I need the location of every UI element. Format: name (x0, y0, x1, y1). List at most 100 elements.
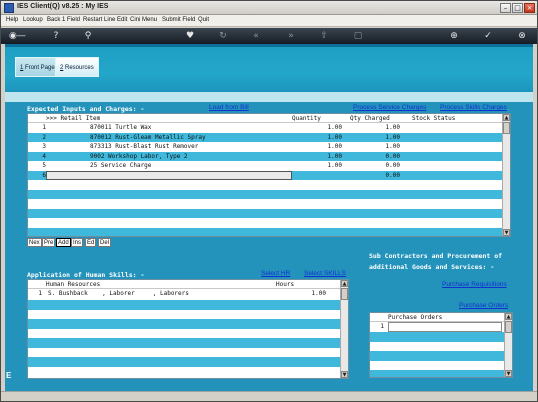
refresh-icon[interactable]: ↻ (218, 31, 228, 41)
column-hours: Hours (276, 281, 295, 288)
table-row[interactable]: 1 870011 Turtle Wax 1.00 1.00 (28, 123, 502, 133)
close-icon[interactable]: × (524, 3, 535, 13)
table-row-empty[interactable] (28, 328, 340, 338)
table-row-empty[interactable] (28, 309, 340, 319)
skills-scrollbar[interactable]: ▲ ▼ (340, 280, 348, 378)
tab-strip: 1 Front Page 2 Resources (5, 44, 533, 92)
purchase-requisitions-link[interactable]: Purchase Requisitions (442, 281, 507, 288)
table-row-empty[interactable] (28, 180, 502, 190)
table-row-empty[interactable] (28, 300, 340, 310)
key-icon[interactable]: ◉— (9, 31, 31, 41)
inputs-grid-header: >>> Retail Item Quantity Qty Charged Sto… (28, 114, 502, 123)
row-number: 4 (42, 152, 46, 160)
subcontract-section-title-line2: additional Goods and Services: - (369, 263, 495, 271)
table-row-empty[interactable] (370, 341, 504, 351)
rewind-icon[interactable]: « (251, 31, 261, 41)
add-button[interactable]: Add (56, 238, 71, 247)
select-skills-link[interactable]: Select SKILLS (304, 270, 346, 277)
purchase-orders-scrollbar[interactable]: ▲ ▼ (504, 313, 512, 377)
quantity: 1.00 (327, 162, 342, 169)
restore-icon[interactable]: □ (512, 3, 523, 13)
purchase-order-input[interactable] (388, 322, 502, 332)
scroll-up-icon[interactable]: ▲ (505, 313, 512, 320)
subcontract-section-title-line1: Sub Contractors and Procurement of (369, 252, 503, 260)
table-row[interactable]: 1 (370, 322, 504, 332)
delete-button[interactable]: Del (98, 238, 112, 247)
menu-lookup[interactable]: Lookup (23, 17, 43, 23)
inputs-scrollbar[interactable]: ▲ ▼ (502, 114, 510, 236)
table-row-empty[interactable] (28, 366, 340, 378)
menu-submit-field[interactable]: Submit Field (162, 17, 195, 23)
scroll-up-icon[interactable]: ▲ (341, 280, 348, 287)
status-bar (1, 391, 537, 401)
table-row-empty[interactable] (28, 347, 340, 357)
table-row[interactable]: 1 S. Bushback , Laborer , Laborers 1.00 (28, 289, 340, 300)
next-button[interactable]: Nex (27, 238, 42, 247)
process-skills-charges-link[interactable]: Process Skills Charges (440, 104, 507, 111)
table-row[interactable]: 4 9002 Workshop Labor, Type 2 1.00 0.00 (28, 151, 502, 161)
qty-charged: 1.00 (385, 124, 400, 131)
menu-back-1-field[interactable]: Back 1 Field (47, 17, 80, 23)
process-service-charges-link[interactable]: Process Service Charges (353, 104, 426, 111)
retail-item-input[interactable] (46, 170, 292, 180)
select-hr-link[interactable]: Select HR (261, 270, 290, 277)
forward-icon[interactable]: » (286, 31, 296, 41)
table-row-empty[interactable] (28, 199, 502, 209)
header-band (5, 92, 533, 102)
table-row[interactable]: 5 25 Service Charge 1.00 0.00 (28, 161, 502, 171)
tab-front-page[interactable]: 1 Front Page (15, 57, 60, 77)
heart-icon[interactable]: ♥ (185, 31, 195, 41)
help-icon[interactable]: ? (51, 31, 61, 41)
table-row-active[interactable]: 6 0.00 (28, 170, 502, 180)
scroll-thumb[interactable] (505, 321, 512, 333)
scroll-down-icon[interactable]: ▼ (341, 371, 348, 378)
table-row[interactable]: 3 873313 Rust-Blast Rust Remover 1.00 1.… (28, 142, 502, 152)
menu-quit[interactable]: Quit (198, 17, 209, 23)
purchase-orders-link[interactable]: Purchase Orders (459, 302, 508, 309)
table-row-empty[interactable] (28, 357, 340, 367)
search-icon[interactable]: ⚲ (83, 31, 93, 41)
tab-resources[interactable]: 2 Resources (55, 57, 99, 77)
scroll-down-icon[interactable]: ▼ (503, 229, 510, 236)
document-icon[interactable]: ▢ (353, 31, 363, 41)
check-icon[interactable]: ✓ (483, 31, 493, 41)
table-row-empty[interactable] (28, 338, 340, 348)
menu-cini-menu[interactable]: Cini Menu (130, 17, 157, 23)
edit-button[interactable]: Ed (85, 238, 97, 247)
previous-button[interactable]: Pre (42, 238, 56, 247)
table-row[interactable]: 2 870012 Rust-Gleam Metallic Spray 1.00 … (28, 132, 502, 142)
table-row-empty[interactable] (370, 332, 504, 342)
title-bar[interactable]: IES Client(Q) v8.25 : My IES – □ × (1, 1, 537, 15)
scroll-up-icon[interactable]: ▲ (503, 114, 510, 121)
table-row-empty[interactable] (28, 189, 502, 199)
add-icon[interactable]: ⊕ (449, 31, 459, 41)
menu-help[interactable]: Help (6, 17, 18, 23)
inputs-section-title: Expected Inputs and Charges: - (27, 105, 145, 113)
row-number: 6 (42, 171, 46, 179)
delete-button-label: Del (100, 240, 110, 246)
upload-icon[interactable]: ⇧ (319, 31, 329, 41)
table-row-empty[interactable] (28, 227, 502, 236)
application-window: IES Client(Q) v8.25 : My IES – □ × Help … (0, 0, 538, 402)
minimize-icon[interactable]: – (500, 3, 511, 13)
table-row-empty[interactable] (370, 351, 504, 361)
toolbar-close-icon[interactable]: ⊗ (517, 31, 527, 41)
menu-restart-line-edit[interactable]: Restart Line Edit (83, 17, 127, 23)
scroll-thumb[interactable] (503, 122, 510, 134)
qty-charged: 0.00 (385, 162, 400, 169)
table-row-empty[interactable] (28, 208, 502, 218)
retail-item: 870011 Turtle Wax (90, 124, 152, 131)
table-row-empty[interactable] (370, 370, 504, 377)
human-resource: S. Bushback , Laborer , Laborers (48, 290, 189, 297)
table-row-empty[interactable] (28, 218, 502, 228)
qty-charged: 0.00 (385, 171, 400, 179)
scroll-thumb[interactable] (341, 288, 348, 300)
column-purchase-orders: Purchase Orders (388, 314, 443, 321)
load-from-bill-link[interactable]: Load from Bill (209, 104, 249, 111)
scroll-down-icon[interactable]: ▼ (505, 370, 512, 377)
row-number: 1 (38, 290, 42, 297)
table-row-empty[interactable] (28, 319, 340, 329)
insert-button[interactable]: Ins (71, 238, 84, 247)
table-row-empty[interactable] (370, 360, 504, 370)
window-title: IES Client(Q) v8.25 : My IES (17, 3, 109, 10)
